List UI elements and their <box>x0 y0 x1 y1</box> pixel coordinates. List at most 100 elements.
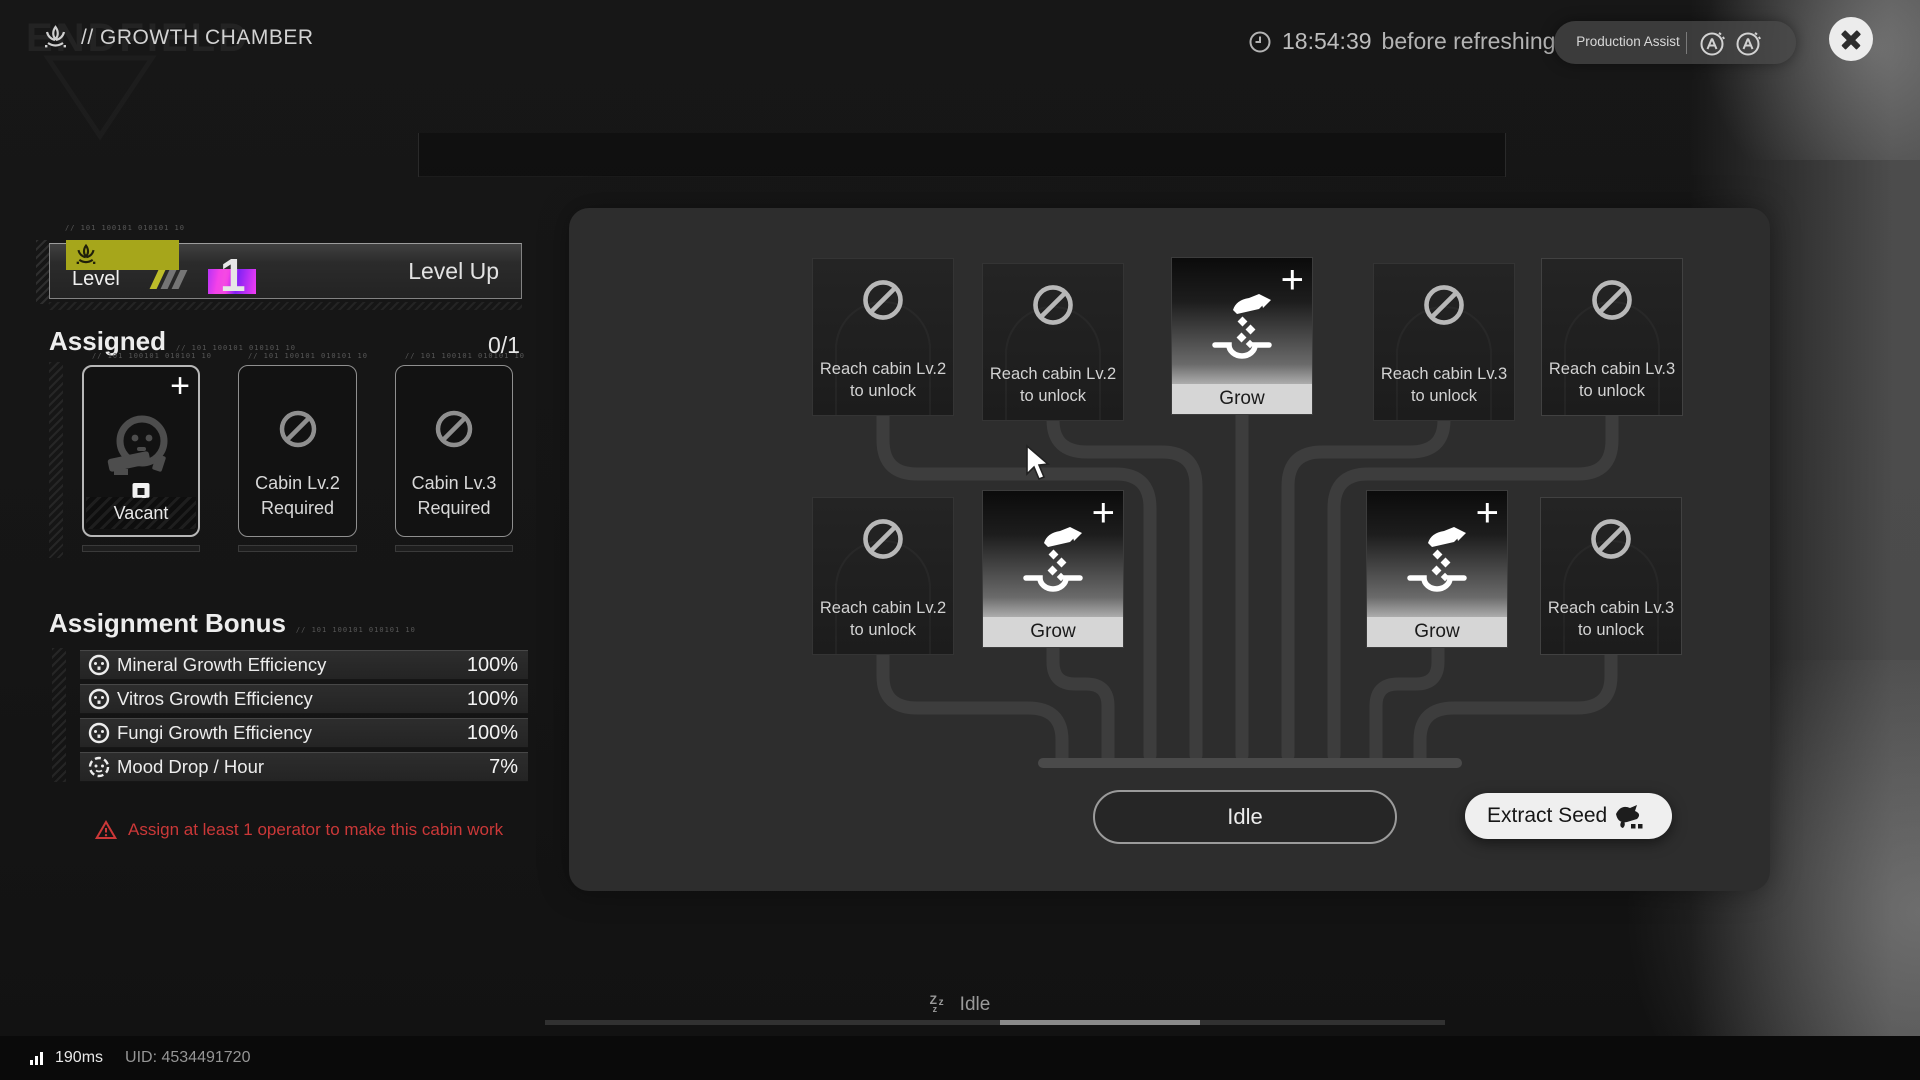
slot-underbar <box>82 545 200 552</box>
level-chip <box>66 240 179 270</box>
bonus-row: Fungi Growth Efficiency 100% <box>80 718 528 748</box>
production-assist-label: Production Assist <box>1574 34 1682 51</box>
slot-requirement: Cabin Lv.3 Required <box>396 471 512 520</box>
slot-underbar <box>395 545 513 552</box>
auto-assist-icon[interactable] <box>1697 28 1727 58</box>
bonus-value: 100% <box>467 654 518 677</box>
refresh-timer: 18:54:39 before refreshing <box>1248 28 1555 55</box>
mood-icon <box>88 756 110 778</box>
timer-label: before refreshing <box>1382 28 1556 55</box>
warning-message: Assign at least 1 operator to make this … <box>95 820 503 840</box>
page-header: // GROWTH CHAMBER <box>42 24 314 51</box>
assignment-bonus-header: Assignment Bonus // 101 100101 010101 10 <box>49 608 416 639</box>
no-entry-icon <box>1589 277 1635 323</box>
no-entry-icon <box>860 516 906 562</box>
bonus-label: Vitros Growth Efficiency <box>117 688 313 710</box>
plot-tile-locked: Reach cabin Lv.2 to unlock <box>982 263 1124 421</box>
close-icon <box>1839 27 1863 51</box>
system-footer: 190ms UID: 4534491720 <box>0 1036 1920 1080</box>
close-button[interactable] <box>1829 17 1873 61</box>
plot-tile-locked: Reach cabin Lv.3 to unlock <box>1541 258 1683 416</box>
hatch-decoration <box>49 362 63 558</box>
warning-text: Assign at least 1 operator to make this … <box>128 820 503 840</box>
plot-tile-locked: Reach cabin Lv.3 to unlock <box>1373 263 1515 421</box>
plot-lock-label: Reach cabin Lv.2 to unlock <box>813 598 953 642</box>
level-label: Level <box>72 268 120 291</box>
scrollbar-thumb[interactable] <box>1000 1020 1200 1025</box>
plot-tile-locked: Reach cabin Lv.3 to unlock <box>1540 497 1682 655</box>
production-assist-button[interactable]: Production Assist <box>1554 21 1796 64</box>
clock-icon <box>1248 30 1272 54</box>
no-entry-icon <box>1030 282 1076 328</box>
sow-seeds-icon <box>1014 521 1092 599</box>
operator-slot-locked-lv3: Cabin Lv.3 Required <box>395 365 513 537</box>
plot-lock-label: Reach cabin Lv.2 to unlock <box>983 364 1123 408</box>
badge-icon <box>133 483 150 498</box>
sprout-icon <box>42 24 69 51</box>
slot-requirement: Cabin Lv.2 Required <box>239 471 356 520</box>
plot-grow-label: Grow <box>1367 617 1507 647</box>
plot-lock-label: Reach cabin Lv.3 to unlock <box>1541 598 1681 642</box>
no-entry-icon <box>860 277 906 323</box>
hand-seed-icon <box>1613 802 1643 830</box>
bonus-row: Mood Drop / Hour 7% <box>80 752 528 782</box>
endfield-logo-triangle <box>40 52 160 142</box>
bonus-value: 100% <box>467 688 518 711</box>
sow-seeds-icon <box>1203 288 1281 366</box>
operator-slot-locked-lv2: Cabin Lv.2 Required <box>238 365 357 537</box>
deco-micro-text: // 101 100101 010101 10 <box>65 224 185 232</box>
bonus-value: 7% <box>489 756 518 779</box>
deco-micro-text: // 101 100101 010101 10 <box>248 352 368 360</box>
plot-lock-label: Reach cabin Lv.2 to unlock <box>813 359 953 403</box>
plot-tile-grow[interactable]: + Grow <box>1366 490 1508 648</box>
hatch-decoration <box>36 240 49 304</box>
ping-value: 190ms <box>55 1049 103 1067</box>
deco-micro-text: // 101 100101 010101 10 <box>176 344 296 352</box>
operator-efficiency-icon <box>88 722 110 744</box>
cabin-level-bar: Level 1 Level Up <box>49 243 522 299</box>
page-title: // GROWTH CHAMBER <box>81 26 314 50</box>
sprout-icon <box>74 243 98 267</box>
dimmed-header-band <box>418 133 1506 177</box>
warning-icon <box>95 820 117 840</box>
level-value: 1 <box>220 252 246 298</box>
plus-icon: + <box>170 369 190 403</box>
slot-underbar <box>238 545 357 552</box>
sow-seeds-icon <box>1398 521 1476 599</box>
operator-efficiency-icon <box>88 654 110 676</box>
no-entry-icon <box>433 408 475 450</box>
operator-efficiency-icon <box>88 688 110 710</box>
auto-assist-icon[interactable] <box>1733 28 1763 58</box>
level-pips <box>154 270 183 289</box>
growth-chamber-screen: ENDFIELD // GROWTH CHAMBER 18:54:39 befo… <box>0 0 1920 1080</box>
deco-micro-text: // 101 100101 010101 10 <box>92 352 212 360</box>
level-up-button[interactable]: Level Up <box>408 244 499 298</box>
deco-micro-text: // 101 100101 010101 10 <box>405 352 525 360</box>
bonus-row: Vitros Growth Efficiency 100% <box>80 684 528 714</box>
plus-icon: + <box>1476 491 1499 535</box>
bonus-value: 100% <box>467 722 518 745</box>
no-entry-icon <box>1421 282 1467 328</box>
mouse-cursor <box>1023 444 1057 484</box>
plot-grow-label: Grow <box>983 617 1123 647</box>
scrollbar-track <box>545 1020 1445 1025</box>
extract-seed-button[interactable]: Extract Seed <box>1465 793 1672 839</box>
plus-icon: + <box>1092 491 1115 535</box>
plot-tile-grow[interactable]: + Grow <box>982 490 1124 648</box>
bonus-label: Fungi Growth Efficiency <box>117 722 312 744</box>
status-idle-button[interactable]: Idle <box>1093 790 1397 844</box>
plot-lock-label: Reach cabin Lv.3 to unlock <box>1374 364 1514 408</box>
bonus-label: Mood Drop / Hour <box>117 756 264 778</box>
operator-slot-vacant[interactable]: + Vacant <box>82 365 200 537</box>
plot-grow-label: Grow <box>1172 384 1312 414</box>
chamber-status: Zzz Idle <box>0 994 1920 1016</box>
bonus-label: Mineral Growth Efficiency <box>117 654 326 676</box>
deco-micro-text: // 101 100101 010101 10 <box>296 626 416 634</box>
plot-tile-locked: Reach cabin Lv.2 to unlock <box>812 258 954 416</box>
plot-tile-grow[interactable]: + Grow <box>1171 257 1313 415</box>
operator-silhouette-icon <box>102 411 180 481</box>
divider <box>1686 32 1687 54</box>
signal-icon <box>30 1052 43 1065</box>
extract-seed-label: Extract Seed <box>1487 804 1607 828</box>
plus-icon: + <box>1281 258 1304 302</box>
